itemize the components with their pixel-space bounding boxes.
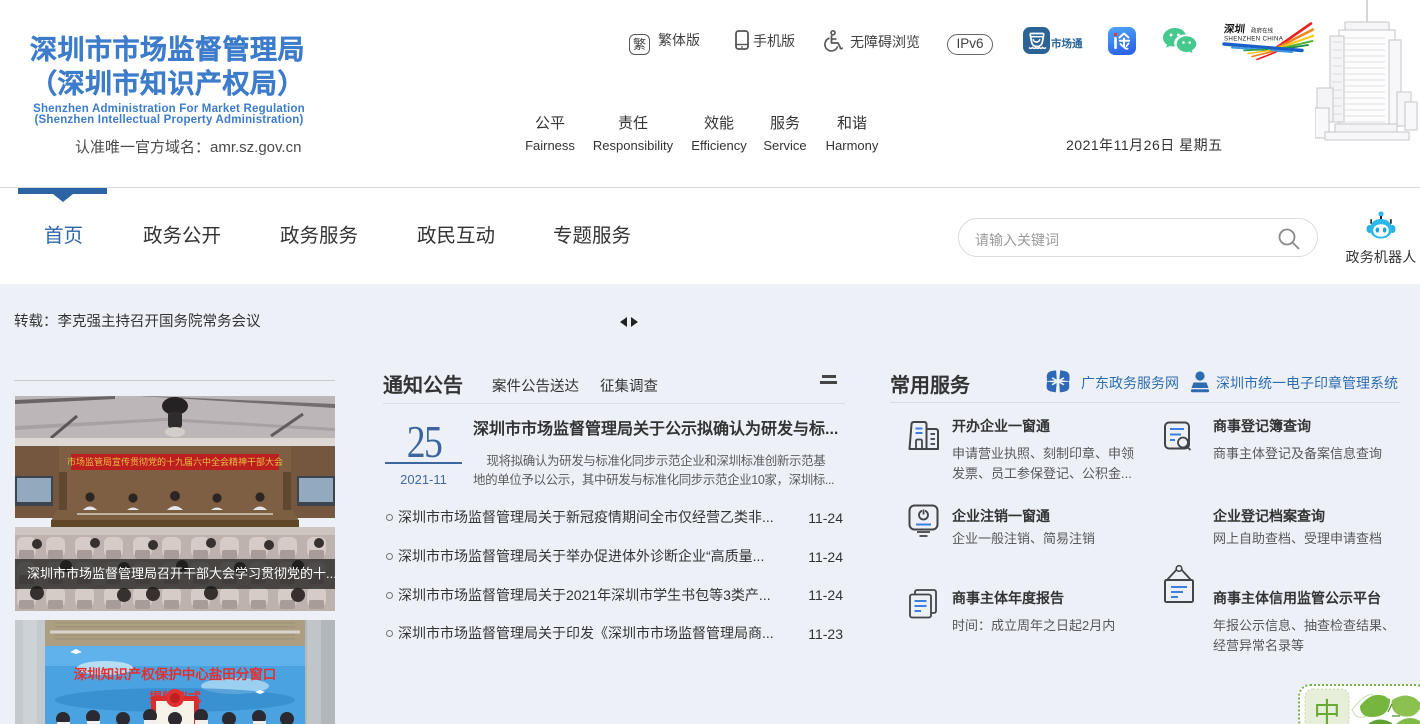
svg-text:市场监管局宣传贯彻党的十九届六中全会精神干部大会: 市场监管局宣传贯彻党的十九届六中全会精神干部大会 [67,456,283,467]
svg-text:政府在线: 政府在线 [1251,27,1274,35]
svg-text:中: 中 [1314,698,1341,724]
svg-text:深圳: 深圳 [1223,23,1245,36]
svg-text:深圳知识产权保护中心盐田分窗口: 深圳知识产权保护中心盐田分窗口 [74,666,277,682]
svg-text:SHENZHEN CHINA: SHENZHEN CHINA [1224,36,1284,43]
